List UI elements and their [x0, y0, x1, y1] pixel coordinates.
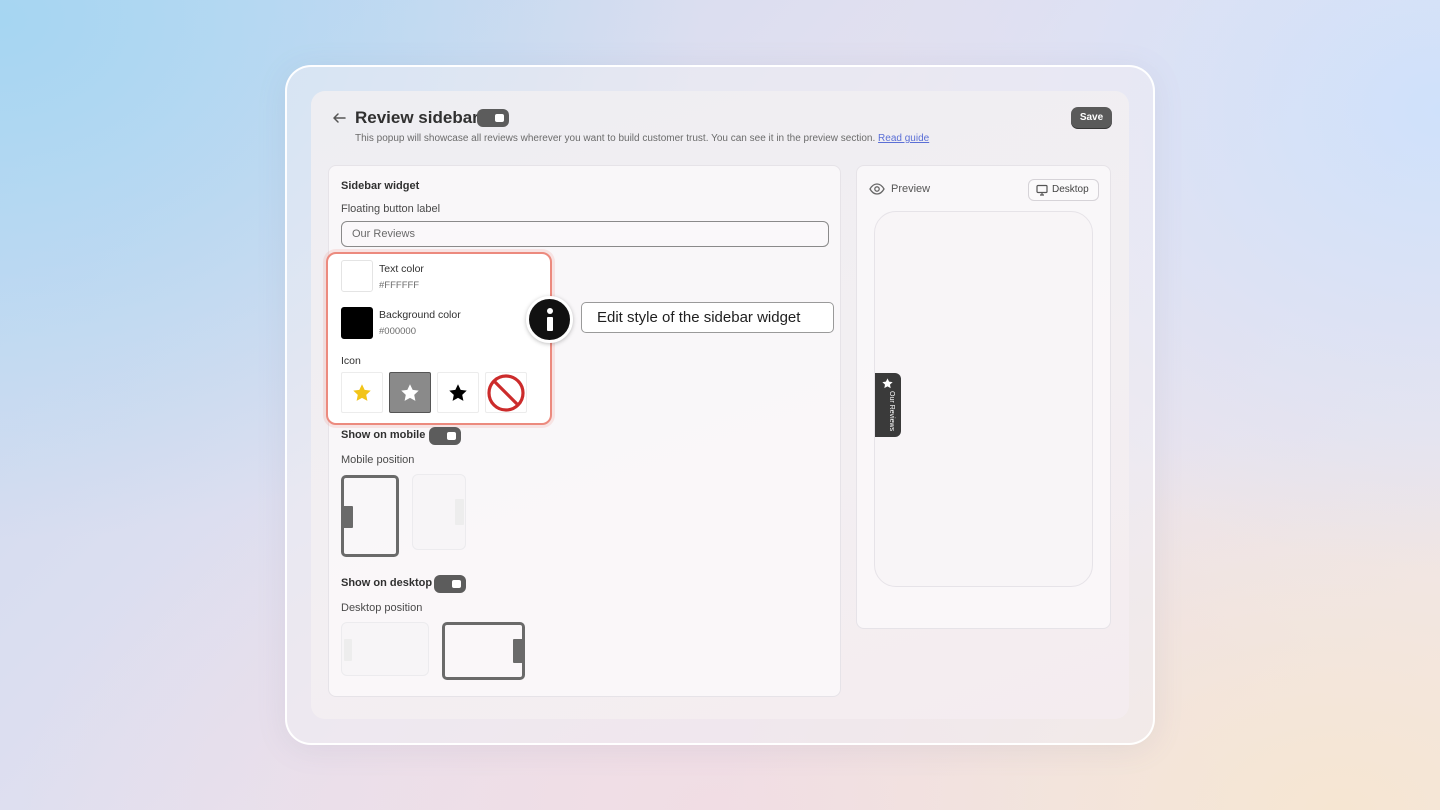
mobile-left-tab-marker	[343, 506, 353, 528]
icon-option-gold-star[interactable]	[341, 372, 383, 413]
preview-label: Preview	[891, 183, 931, 195]
page-subtitle: This popup will showcase all reviews whe…	[355, 133, 929, 144]
desktop-position-left[interactable]	[341, 622, 429, 676]
tab-text: Our Reviews	[888, 391, 895, 432]
desktop-position-right[interactable]	[442, 622, 525, 680]
icon-option-none[interactable]	[485, 372, 527, 413]
tooltip: Edit style of the sidebar widget	[581, 302, 834, 333]
show-on-mobile-label: Show on mobile	[341, 429, 426, 441]
background-color-swatch[interactable]	[341, 307, 373, 339]
back-arrow-icon[interactable]	[331, 110, 347, 126]
monitor-icon	[1036, 184, 1048, 204]
mobile-position-label: Mobile position	[341, 454, 415, 466]
device-toggle-button[interactable]: Desktop	[1028, 179, 1099, 201]
subtitle-text: This popup will showcase all reviews whe…	[355, 133, 876, 144]
floating-label-title: Floating button label	[341, 203, 441, 215]
star-gold-icon	[353, 383, 371, 401]
sidebar-enable-toggle[interactable]	[477, 109, 509, 127]
show-on-desktop-label: Show on desktop	[341, 577, 433, 589]
star-white-icon	[401, 383, 419, 401]
desktop-right-tab-marker	[513, 639, 523, 663]
read-guide-link[interactable]: Read guide	[878, 133, 929, 144]
background-color-value: #000000	[379, 326, 416, 337]
background-color-label: Background color	[379, 309, 461, 321]
text-color-swatch[interactable]	[341, 260, 373, 292]
mobile-position-right[interactable]	[412, 474, 466, 550]
no-icon	[487, 373, 525, 412]
page-header: Review sidebar This popup will showcase …	[331, 106, 1112, 146]
text-color-value: #FFFFFF	[379, 280, 420, 291]
phone-preview	[874, 211, 1093, 587]
eye-icon	[869, 182, 885, 201]
info-icon	[526, 296, 573, 343]
page-title: Review sidebar	[355, 108, 479, 127]
save-button[interactable]: Save	[1071, 107, 1112, 129]
device-toggle-label: Desktop	[1052, 184, 1089, 195]
star-black-icon	[449, 383, 467, 401]
desktop-position-label: Desktop position	[341, 602, 423, 614]
section-title: Sidebar widget	[341, 180, 420, 192]
text-color-label: Text color	[379, 263, 424, 275]
floating-reviews-tab-preview: Our Reviews	[875, 373, 901, 437]
desktop-left-tab-marker	[344, 639, 352, 661]
mobile-right-tab-marker	[455, 499, 464, 525]
show-on-mobile-toggle[interactable]	[429, 427, 461, 445]
icon-option-black-star[interactable]	[437, 372, 479, 413]
mobile-position-left[interactable]	[341, 475, 399, 557]
icon-label: Icon	[341, 355, 361, 367]
icon-option-white-star[interactable]	[389, 372, 431, 413]
show-on-desktop-toggle[interactable]	[434, 575, 466, 593]
floating-label-input[interactable]: Our Reviews	[341, 221, 829, 247]
